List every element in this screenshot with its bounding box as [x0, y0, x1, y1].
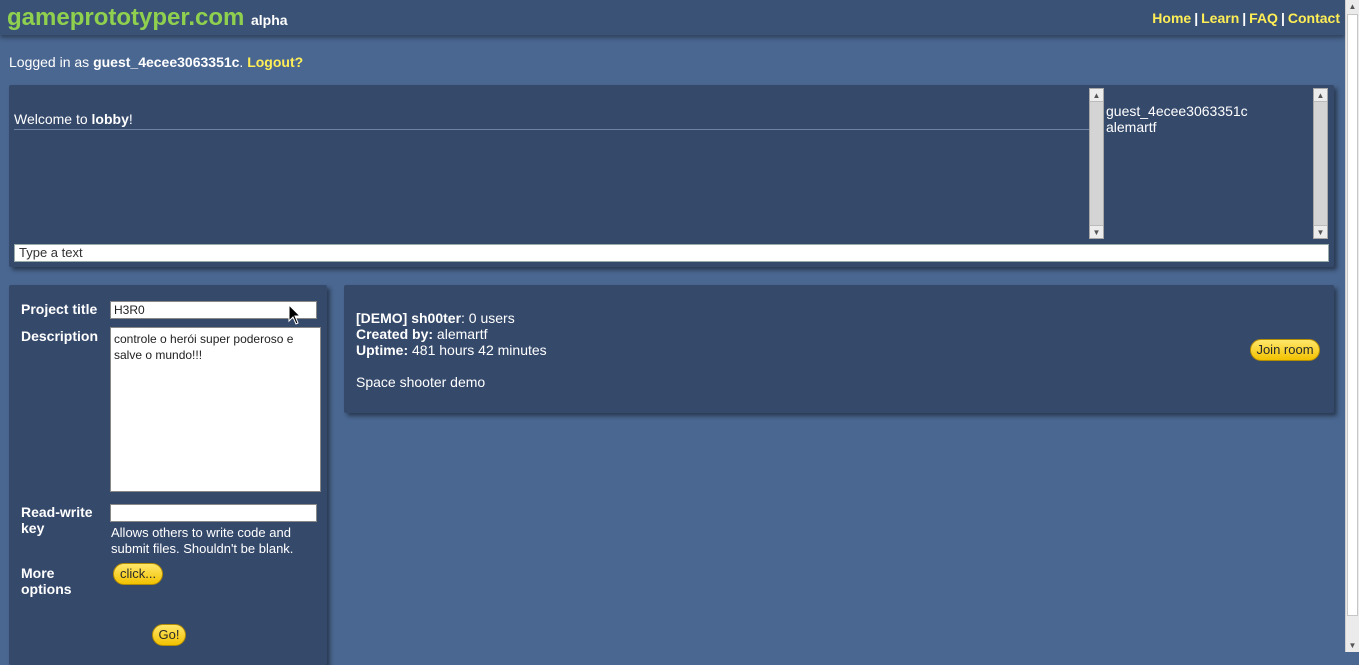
uptime-label: Uptime: — [356, 342, 409, 358]
page-scrollbar-thumb[interactable] — [1347, 14, 1358, 616]
user-list-item: alemartf — [1106, 119, 1157, 135]
chat-log: Welcome to lobby! — [14, 91, 1089, 241]
room-title: [DEMO] sh00ter — [356, 310, 462, 326]
scroll-down-arrow-icon[interactable]: ▼ — [1090, 225, 1103, 238]
rw-key-hint: Allows others to write code and submit f… — [111, 525, 294, 556]
site-logo[interactable]: gameprototyper.com — [7, 4, 244, 32]
room-description: Space shooter demo — [356, 374, 486, 390]
page-scrollbar[interactable]: ▲ ▼ — [1345, 0, 1359, 652]
description-textarea[interactable]: controle o herói super poderoso e salve … — [110, 327, 321, 492]
scroll-up-arrow-icon[interactable]: ▲ — [1346, 0, 1359, 13]
rw-key-input[interactable] — [110, 504, 317, 522]
alpha-badge: alpha — [251, 12, 288, 28]
room-card: [DEMO] sh00ter: 0 users Created by: alem… — [344, 285, 1334, 413]
scroll-up-arrow-icon[interactable]: ▲ — [1314, 89, 1327, 102]
project-title-input[interactable]: H3R0 — [110, 301, 317, 319]
description-label: Description — [21, 328, 99, 344]
login-status: Logged in as guest_4ecee3063351c. Logout… — [9, 54, 303, 70]
logout-link[interactable]: Logout? — [247, 54, 303, 70]
nav-learn-link[interactable]: Learn — [1201, 10, 1239, 26]
scroll-down-arrow-icon[interactable]: ▼ — [1314, 225, 1327, 238]
current-username: guest_4ecee3063351c — [93, 54, 240, 70]
room-name: lobby — [91, 111, 129, 127]
nav-home-link[interactable]: Home — [1152, 10, 1191, 26]
login-prefix: Logged in as — [9, 54, 94, 70]
main-nav: Home | Learn | FAQ | Contact — [1152, 10, 1340, 26]
more-options-button[interactable]: click... — [113, 563, 163, 585]
project-title-label: Project title — [21, 301, 98, 317]
room-uptime-line: Uptime: 481 hours 42 minutes — [356, 342, 547, 358]
nav-separator: | — [1280, 10, 1285, 26]
user-list-scrollbar[interactable]: ▲ ▼ — [1313, 88, 1328, 239]
nav-separator: | — [1242, 10, 1247, 26]
nav-separator: | — [1194, 10, 1199, 26]
user-list-item: guest_4ecee3063351c — [1106, 103, 1248, 119]
chat-log-scrollbar[interactable]: ▲ ▼ — [1089, 88, 1104, 239]
join-room-button[interactable]: Join room — [1250, 339, 1320, 361]
welcome-prefix: Welcome to — [14, 111, 92, 127]
top-navigation-bar: gameprototyper.com alpha Home | Learn | FAQ |… — [0, 0, 1345, 35]
nav-contact-link[interactable]: Contact — [1288, 10, 1340, 26]
room-title-line: [DEMO] sh00ter: 0 users — [356, 310, 547, 326]
welcome-suffix: ! — [128, 111, 133, 127]
room-creator-line: Created by: alemartf — [356, 326, 547, 342]
room-uptime: 481 hours 42 minutes — [408, 342, 547, 358]
rw-key-label: Read-write key — [21, 504, 93, 536]
scroll-down-arrow-icon[interactable]: ▼ — [1346, 639, 1359, 652]
chat-panel: Welcome to lobby! ▲ ▼ guest_4ecee3063351… — [9, 85, 1334, 267]
room-creator: alemartf — [433, 326, 488, 342]
welcome-message: Welcome to lobby! — [14, 111, 1089, 130]
nav-faq-link[interactable]: FAQ — [1249, 10, 1278, 26]
created-by-label: Created by: — [356, 326, 434, 342]
go-button[interactable]: Go! — [152, 624, 186, 646]
scroll-up-arrow-icon[interactable]: ▲ — [1090, 89, 1103, 102]
mouse-pointer-icon — [288, 304, 302, 325]
create-project-panel: Project title H3R0 Description controle … — [9, 285, 327, 665]
user-list: guest_4ecee3063351c alemartf — [1106, 103, 1248, 135]
chat-message-input[interactable]: Type a text — [14, 244, 1329, 262]
room-details: [DEMO] sh00ter: 0 users Created by: alem… — [356, 310, 547, 358]
more-options-label: More options — [21, 565, 72, 597]
room-user-count: : 0 users — [461, 310, 515, 326]
